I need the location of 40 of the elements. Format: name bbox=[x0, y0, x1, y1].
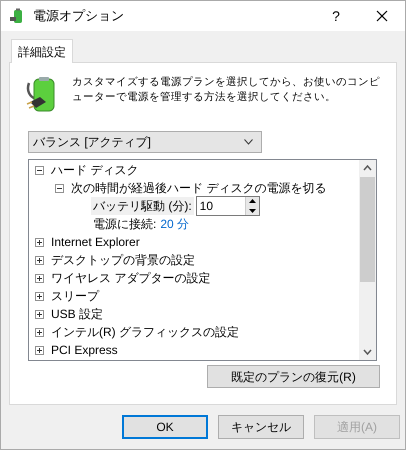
expand-icon[interactable] bbox=[35, 310, 44, 318]
setting-value-link[interactable]: 20 分 bbox=[160, 215, 190, 233]
up-arrow-icon[interactable] bbox=[248, 197, 256, 206]
tree-item[interactable]: ハード ディスク bbox=[51, 161, 138, 179]
expand-icon[interactable] bbox=[35, 238, 44, 246]
collapse-icon[interactable] bbox=[55, 184, 64, 192]
scrollbar-thumb[interactable] bbox=[360, 177, 375, 282]
collapse-icon[interactable] bbox=[35, 166, 44, 174]
close-icon bbox=[376, 10, 388, 22]
expand-icon[interactable] bbox=[35, 292, 44, 300]
tree-item[interactable]: インテル(R) グラフィックスの設定 bbox=[51, 323, 239, 341]
tree-item[interactable]: デスクトップの背景の設定 bbox=[51, 251, 195, 269]
plan-dropdown[interactable]: バランス [アクティブ] bbox=[28, 131, 262, 153]
description-text: カスタマイズする電源プランを選択してから、お使いのコンピューターで電源を管理する方法を選択してください。 bbox=[72, 75, 381, 105]
expand-icon[interactable] bbox=[35, 256, 44, 264]
down-arrow-icon[interactable] bbox=[248, 206, 256, 215]
dropdown-value: バランス [アクティブ] bbox=[33, 134, 152, 151]
spin-value: 10 bbox=[198, 198, 214, 215]
scrollbar[interactable] bbox=[359, 160, 376, 360]
tree-item[interactable]: ワイヤレス アダプターの設定 bbox=[51, 269, 210, 287]
tree-item[interactable]: スリープ bbox=[51, 287, 99, 305]
tree-item[interactable]: Internet Explorer bbox=[51, 233, 140, 251]
expand-icon[interactable] bbox=[35, 328, 44, 336]
dialog-button[interactable]: OK bbox=[122, 415, 208, 439]
spin-buttons[interactable] bbox=[244, 197, 259, 215]
help-button[interactable]: ? bbox=[313, 1, 359, 31]
expand-icon[interactable] bbox=[35, 346, 44, 354]
tree-item[interactable]: PCI Express bbox=[51, 341, 118, 359]
chevron-down-icon bbox=[244, 139, 253, 145]
tree-item[interactable]: 次の時間が経過後ハード ディスクの電源を切る bbox=[71, 179, 326, 197]
setting-label: 電源に接続: bbox=[93, 216, 156, 233]
tree-item[interactable]: USB 設定 bbox=[51, 305, 104, 323]
spin-field[interactable]: 10 bbox=[196, 196, 260, 216]
expand-icon[interactable] bbox=[35, 274, 44, 282]
tab[interactable]: 詳細設定 bbox=[11, 39, 73, 63]
setting-label: バッテリ駆動 (分): bbox=[91, 197, 194, 215]
window-title: 電源オプション bbox=[33, 7, 124, 26]
battery-plug-icon bbox=[9, 8, 25, 24]
dialog-button[interactable]: キャンセル bbox=[218, 415, 304, 439]
restore-defaults-button[interactable]: 既定のプランの復元(R) bbox=[207, 365, 380, 388]
